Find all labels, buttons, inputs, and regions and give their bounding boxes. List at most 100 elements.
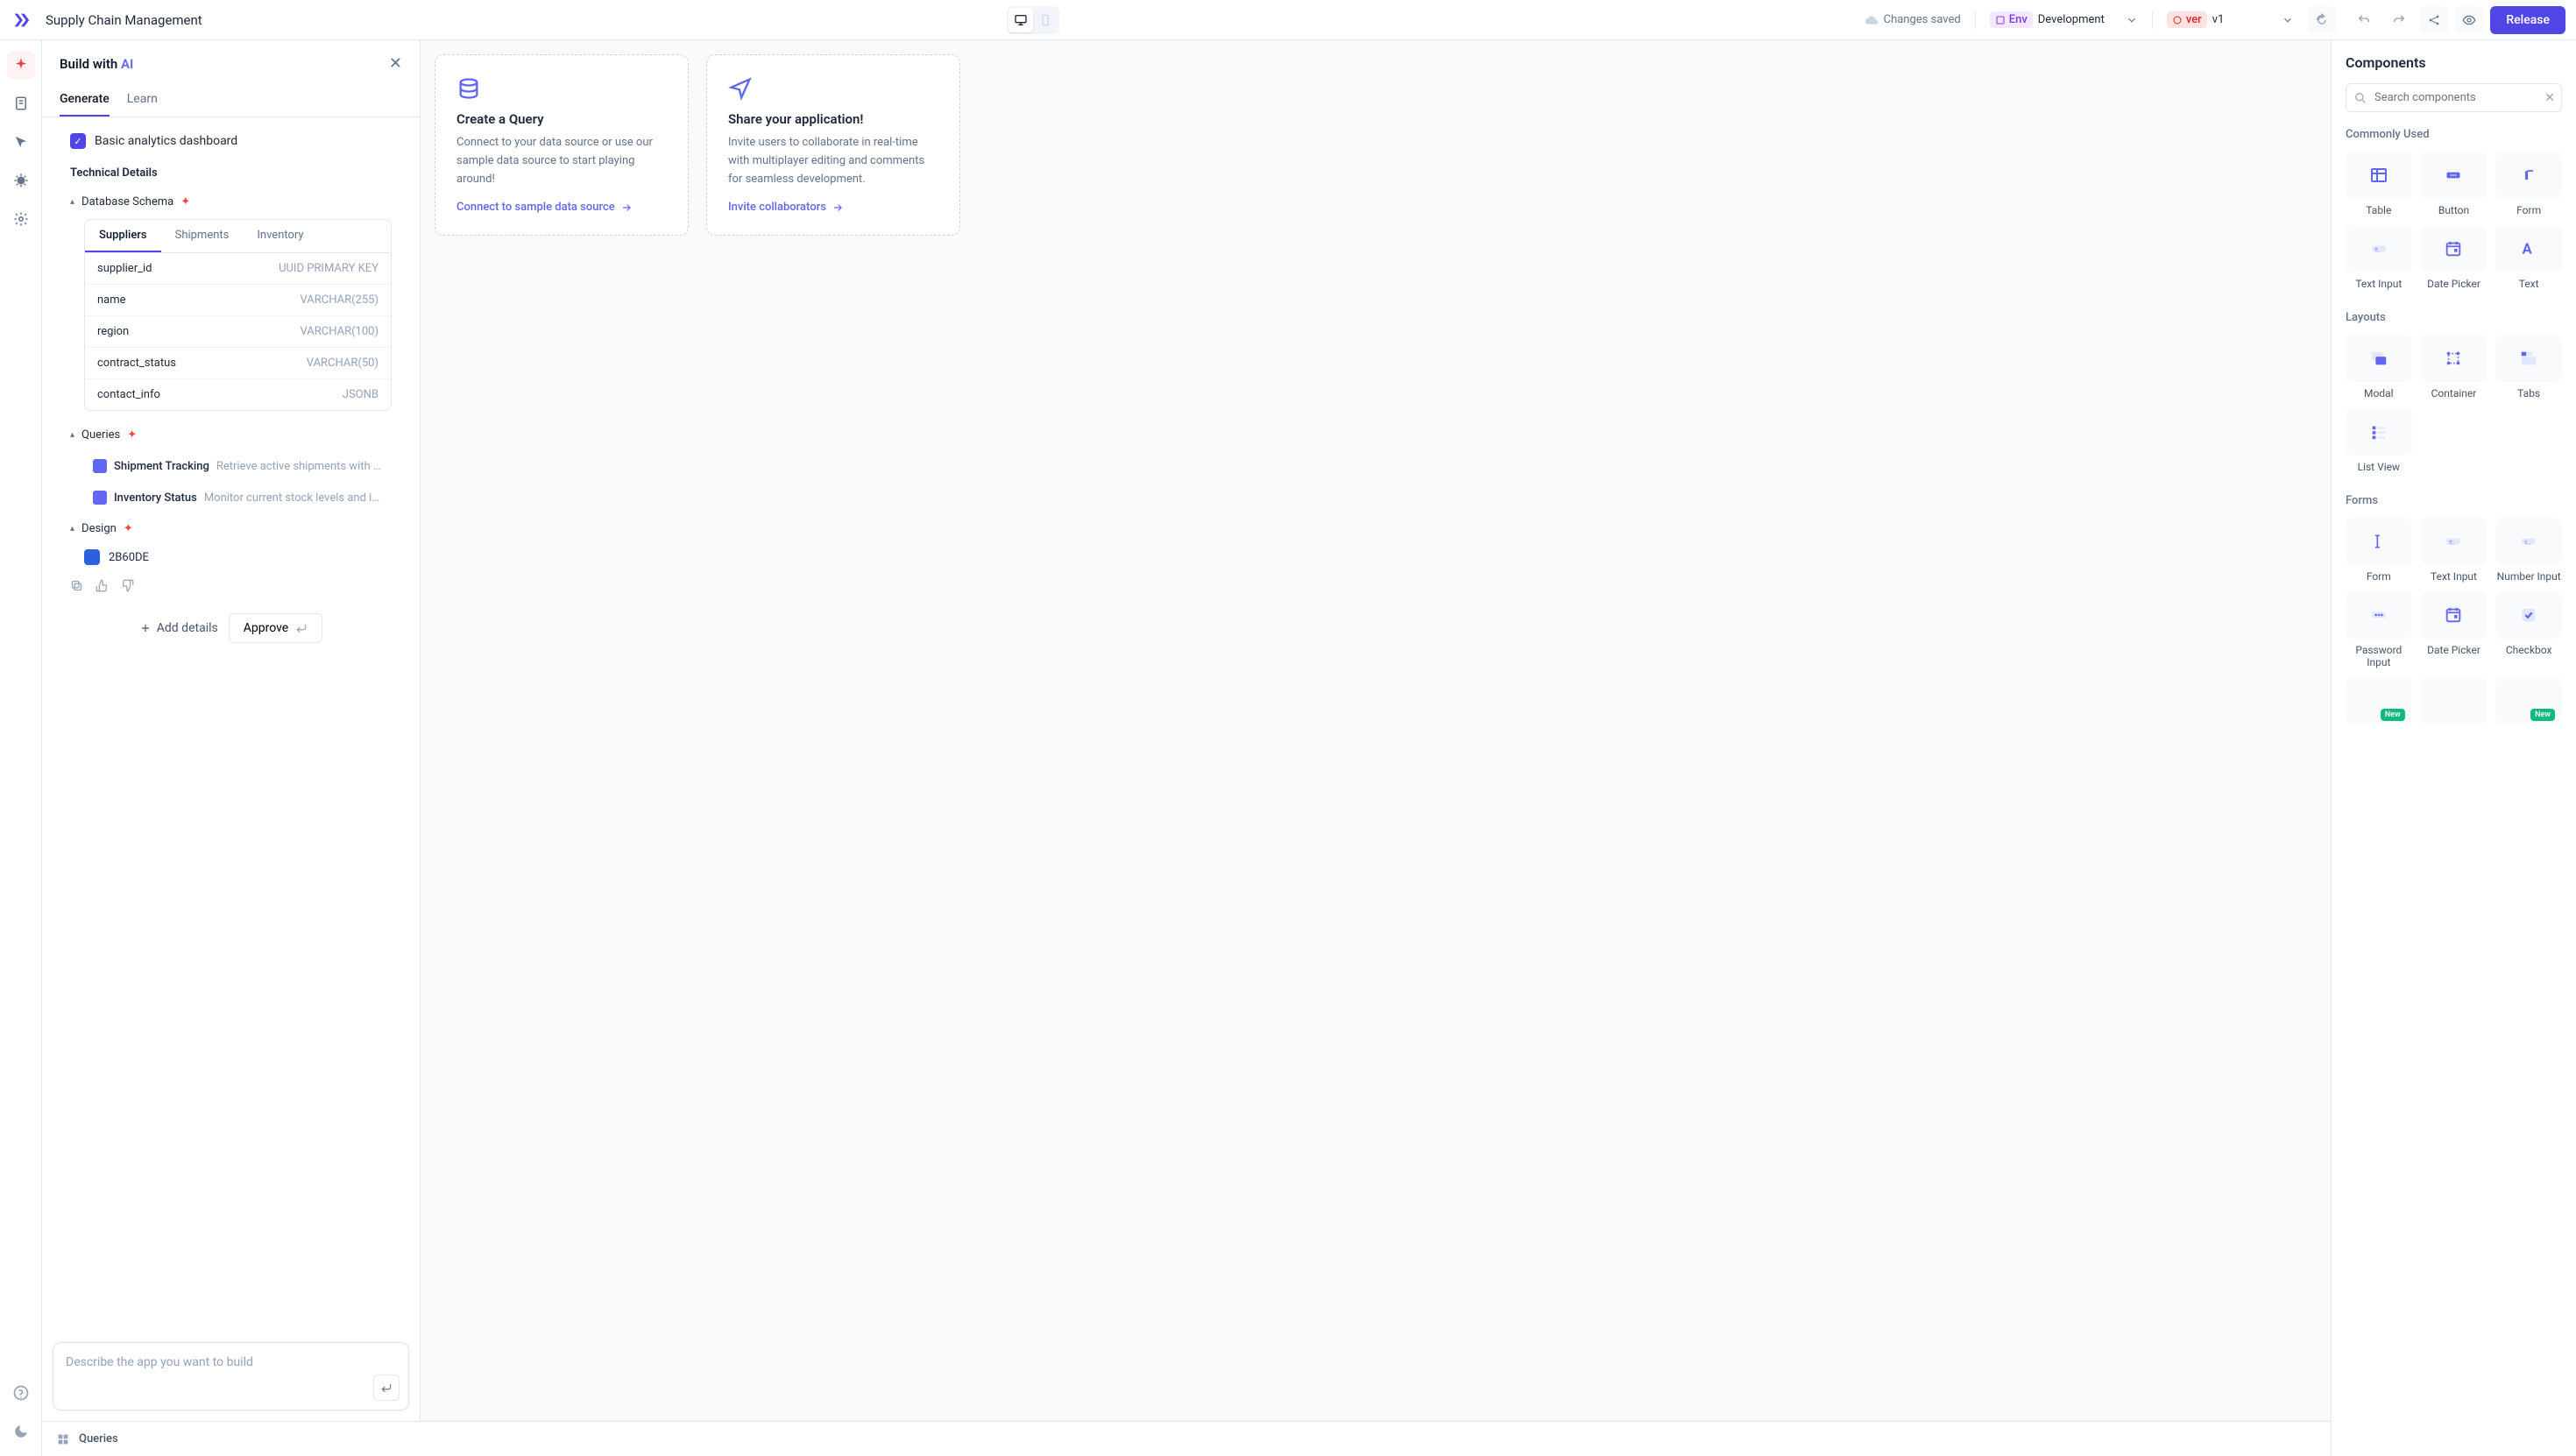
app-title: Supply Chain Management xyxy=(46,12,202,28)
tab-learn[interactable]: Learn xyxy=(127,83,158,117)
nav-help[interactable] xyxy=(7,1379,35,1407)
card-body: Connect to your data source or use our s… xyxy=(456,134,667,188)
svg-text:1..: 1.. xyxy=(2524,539,2530,546)
nav-settings[interactable] xyxy=(7,205,35,233)
component-form[interactable]: IForm xyxy=(2495,152,2562,216)
section-layouts: Layouts xyxy=(2346,311,2562,324)
refresh-button[interactable] xyxy=(2308,6,2336,34)
close-icon[interactable]: ✕ xyxy=(389,54,402,73)
queries-label: Queries xyxy=(81,428,120,442)
checkbox-analytics[interactable]: ✓ xyxy=(70,133,86,149)
component-new-2[interactable]: New xyxy=(2495,677,2562,724)
svg-text:A: A xyxy=(2523,242,2533,258)
design-toggle[interactable]: ▴ Design ✦ xyxy=(70,515,392,542)
svg-text:T..: T.. xyxy=(2374,246,2381,253)
component-text-input[interactable]: T..Text Input xyxy=(2346,225,2412,290)
send-icon xyxy=(728,76,938,101)
app-logo[interactable] xyxy=(11,10,32,31)
send-button[interactable] xyxy=(373,1375,400,1401)
copy-icon[interactable] xyxy=(70,579,83,592)
queries-icon xyxy=(56,1432,70,1446)
chevron-down-icon xyxy=(2126,14,2138,26)
caret-up-icon: ▴ xyxy=(70,197,74,207)
component-date-picker[interactable]: Date Picker xyxy=(2421,225,2488,290)
section-commonly-used: Commonly Used xyxy=(2346,128,2562,141)
component-modal[interactable]: Modal xyxy=(2346,335,2412,399)
clear-search-icon[interactable]: ✕ xyxy=(2544,91,2555,105)
database-icon xyxy=(456,76,667,101)
card-create-query: Create a Query Connect to your data sour… xyxy=(435,54,689,236)
color-swatch[interactable] xyxy=(84,549,100,565)
prompt-input[interactable] xyxy=(66,1355,396,1394)
thumbs-up-icon[interactable] xyxy=(96,579,109,592)
svg-text:T..: T.. xyxy=(2449,539,2455,546)
schema-row: contact_infoJSONB xyxy=(85,379,391,410)
nav-inspect[interactable] xyxy=(7,128,35,156)
schema-row: nameVARCHAR(255) xyxy=(85,285,391,316)
component-tabs[interactable]: Tabs xyxy=(2495,335,2562,399)
mobile-view-button[interactable] xyxy=(1033,8,1058,32)
add-details-button[interactable]: Add details xyxy=(139,613,218,643)
undo-button[interactable] xyxy=(2350,6,2378,34)
queries-bar[interactable]: Queries xyxy=(42,1421,2331,1456)
nav-theme[interactable] xyxy=(7,1417,35,1445)
preview-button[interactable] xyxy=(2455,6,2483,34)
component-container[interactable]: Container xyxy=(2421,335,2488,399)
env-icon xyxy=(1995,15,2006,25)
component-list-view[interactable]: List View xyxy=(2346,408,2412,473)
nav-debug[interactable] xyxy=(7,166,35,194)
schema-tab-inventory[interactable]: Inventory xyxy=(243,220,317,252)
arrow-right-icon xyxy=(832,201,844,214)
component-form-2[interactable]: Form xyxy=(2346,518,2412,583)
desktop-view-button[interactable] xyxy=(1008,8,1033,32)
sparkle-icon: ✦ xyxy=(127,428,137,442)
query-item-shipment[interactable]: Shipment Tracking Retrieve active shipme… xyxy=(84,452,392,480)
device-toggle xyxy=(1007,6,1059,34)
version-value: v1 xyxy=(2212,13,2225,26)
redo-button[interactable] xyxy=(2385,6,2413,34)
cloud-icon xyxy=(1865,13,1879,27)
component-number-input[interactable]: 1..Number Input xyxy=(2495,518,2562,583)
enter-icon xyxy=(295,622,308,634)
version-selector[interactable]: ver v1 xyxy=(2167,11,2295,28)
queries-toggle[interactable]: ▴ Queries ✦ xyxy=(70,421,392,449)
approve-button[interactable]: Approve xyxy=(229,613,322,643)
thumbs-down-icon[interactable] xyxy=(121,579,134,592)
version-icon xyxy=(2172,15,2183,25)
component-new-1[interactable]: New xyxy=(2346,677,2412,724)
database-schema-label: Database Schema xyxy=(81,195,173,209)
component-table[interactable]: Table xyxy=(2346,152,2412,216)
schema-row: contract_statusVARCHAR(50) xyxy=(85,348,391,379)
plus-icon xyxy=(139,622,152,634)
queries-bar-label: Queries xyxy=(79,1432,118,1445)
schema-tab-suppliers[interactable]: Suppliers xyxy=(85,220,161,252)
caret-up-icon: ▴ xyxy=(70,430,74,440)
search-components-input[interactable] xyxy=(2346,83,2562,112)
save-status: Changes saved xyxy=(1865,13,1961,27)
share-button[interactable] xyxy=(2420,6,2448,34)
database-schema-toggle[interactable]: ▴ Database Schema ✦ xyxy=(70,188,392,216)
component-text[interactable]: AText xyxy=(2495,225,2562,290)
schema-tab-shipments[interactable]: Shipments xyxy=(161,220,244,252)
nav-pages[interactable] xyxy=(7,89,35,117)
component-password-input[interactable]: Password Input xyxy=(2346,591,2412,668)
search-icon xyxy=(2354,92,2367,104)
release-button[interactable]: Release xyxy=(2490,6,2565,34)
tab-generate[interactable]: Generate xyxy=(60,83,110,117)
section-forms: Forms xyxy=(2346,494,2562,507)
connect-sample-link[interactable]: Connect to sample data source xyxy=(456,201,667,214)
sparkle-icon: ✦ xyxy=(124,522,133,535)
component-button[interactable]: Button xyxy=(2421,152,2488,216)
query-item-inventory[interactable]: Inventory Status Monitor current stock l… xyxy=(84,484,392,512)
card-share-app: Share your application! Invite users to … xyxy=(706,54,960,236)
card-body: Invite users to collaborate in real-time… xyxy=(728,134,938,188)
environment-selector[interactable]: Env Development xyxy=(1990,11,2138,28)
sparkle-icon: ✦ xyxy=(180,195,190,209)
invite-collaborators-link[interactable]: Invite collaborators xyxy=(728,201,938,214)
component-new-placeholder[interactable] xyxy=(2421,677,2488,724)
nav-ai[interactable] xyxy=(7,51,35,79)
component-checkbox[interactable]: Checkbox xyxy=(2495,591,2562,668)
component-text-input-2[interactable]: T..Text Input xyxy=(2421,518,2488,583)
component-date-picker-2[interactable]: Date Picker xyxy=(2421,591,2488,668)
environment-value: Development xyxy=(2038,13,2105,26)
